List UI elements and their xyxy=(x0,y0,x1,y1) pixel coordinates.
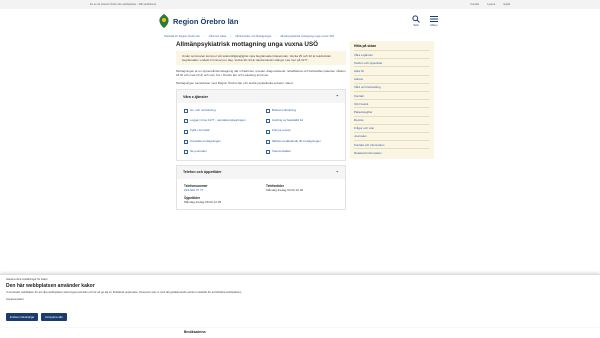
external-link-icon xyxy=(184,139,188,144)
main-content: Allmänpsykiatrisk mottagning unga vuxna … xyxy=(176,41,346,214)
topbar-link-language[interactable]: Språk xyxy=(503,3,510,6)
toc-link[interactable]: Telefon och öppettider xyxy=(354,58,430,66)
phone-number-link[interactable]: 019-602 37 77 xyxy=(184,188,256,192)
menu-button[interactable]: Meny xyxy=(430,15,438,27)
site-logo[interactable]: Region Örebro län xyxy=(158,14,238,28)
search-button[interactable]: Sök xyxy=(412,15,420,27)
eservice-label: Se journalen xyxy=(190,148,207,153)
eservices-accordion-header[interactable]: Våra e-tjänster ⌃ xyxy=(177,90,345,103)
eservice-label: Kontakta mottagningen xyxy=(190,138,221,143)
site-header: Region Örebro län Sök Meny xyxy=(0,9,600,35)
toc-link[interactable]: Relaterad information xyxy=(354,148,430,156)
region-logo-icon xyxy=(159,14,169,28)
accept-all-button[interactable]: Acceptera alla xyxy=(40,313,67,321)
eservices-accordion: Våra e-tjänster ⌃ Av- och ombokning Boka… xyxy=(176,89,346,161)
external-link-icon xyxy=(266,149,270,154)
eservice-link[interactable]: Av- och ombokning xyxy=(184,108,256,114)
search-label: Sök xyxy=(413,23,419,27)
eservices-title: Våra e-tjänster xyxy=(183,94,208,99)
search-icon xyxy=(412,15,420,23)
toc-link[interactable]: Vård och behandling xyxy=(354,82,430,91)
necessary-only-button[interactable]: Endast nödvändiga xyxy=(6,313,38,321)
cookie-settings-heading: Hantera dina inställningar för kakor xyxy=(6,278,48,281)
toc-link[interactable]: Våra e-tjänster xyxy=(354,50,430,58)
top-utility-bar: En av de största Örebro län webbplatser … xyxy=(0,0,600,9)
eservice-link[interactable]: Skicka meddelande till mottagningen xyxy=(266,138,338,144)
eservice-link[interactable]: Visa kontakter xyxy=(266,148,338,154)
notice-box: Under sommaren kommer vår telefontillgän… xyxy=(176,51,346,65)
hamburger-icon xyxy=(430,16,438,22)
toc-link[interactable]: Adress xyxy=(354,74,430,83)
eservice-label: Logga in hos 1177 - samtalsmottagningen xyxy=(190,118,246,123)
eservice-label: Skicka meddelande till mottagningen xyxy=(272,138,321,143)
phone-hours-value: Måndag-fredag 09.00-16.00 xyxy=(266,187,304,192)
menu-label: Meny xyxy=(430,23,438,27)
eservice-link[interactable]: Kontakta mottagningen xyxy=(184,138,256,144)
toc-link[interactable]: Hitta hit xyxy=(354,66,430,74)
eservice-label: Ändring av fastställd tid xyxy=(272,118,304,123)
description-paragraph: Mottagningen är en öppenvårdsmottagning … xyxy=(176,69,346,77)
page-title: Allmänpsykiatrisk mottagning unga vuxna … xyxy=(176,41,319,48)
logo-text: Region Örebro län xyxy=(173,16,239,26)
toc-link[interactable]: Patientavgifter xyxy=(354,107,430,115)
external-link-icon xyxy=(266,109,270,114)
external-link-icon xyxy=(266,129,270,134)
cookie-description: Vi använder webbkakor för att våra webbp… xyxy=(6,291,242,294)
external-link-icon xyxy=(184,149,188,154)
opening-hours-value: Måndag-fredag 08.00-12.00 xyxy=(184,199,222,204)
page-toc: Hitta på sidan Våra e-tjänster Telefon o… xyxy=(350,41,434,160)
toc-link[interactable]: Inför besök xyxy=(354,99,430,107)
eservice-link[interactable]: Bokad ombokning xyxy=(266,108,338,114)
eservice-label: Visa kontakter xyxy=(272,148,291,153)
external-link-icon xyxy=(184,129,188,134)
topbar-link-contact[interactable]: Kontakt xyxy=(470,3,479,6)
eservice-label: Förnya recept xyxy=(272,128,291,133)
external-link-icon xyxy=(184,109,188,114)
toc-link[interactable]: Journalen xyxy=(354,131,430,140)
eservice-link[interactable]: Se journalen xyxy=(184,148,256,154)
customize-cookies-link[interactable]: Anpassa kakor xyxy=(6,298,24,301)
toc-link[interactable]: Remiss xyxy=(354,115,430,124)
eservice-link[interactable]: Förnya recept xyxy=(266,128,338,134)
eservice-label: Bokad ombokning xyxy=(272,108,297,112)
external-link-icon xyxy=(266,119,270,124)
phone-hours-title: Telefon och öppettider xyxy=(183,170,222,175)
topbar-text: En av de största Örebro län webbplatser … xyxy=(90,3,157,6)
cookie-banner: Hantera dina inställningar för kakor Den… xyxy=(0,274,600,327)
eservice-link[interactable]: Ändring av fastställd tid xyxy=(266,118,338,124)
phone-hours-accordion-header[interactable]: Telefon och öppettider ⌃ xyxy=(177,165,345,179)
toc-link[interactable]: Frågor och svar xyxy=(354,123,430,132)
toc-title: Hitta på sidan xyxy=(354,44,377,48)
eservice-label: Fylla i formulär xyxy=(190,128,210,133)
eservice-link[interactable]: Fylla i formulär xyxy=(184,128,256,134)
eservice-label: Av- och ombokning xyxy=(190,108,216,112)
visit-address-label: Besöksadress xyxy=(184,330,206,334)
eservice-link[interactable]: Logga in hos 1177 - samtalsmottagningen xyxy=(184,118,256,124)
external-link-icon xyxy=(184,119,188,124)
toc-link[interactable]: Kontakt och information xyxy=(354,140,430,148)
chevron-up-icon: ⌃ xyxy=(335,169,339,175)
topbar-link-listen[interactable]: Lyssna xyxy=(487,3,495,6)
toc-link[interactable]: Kontakt xyxy=(354,90,430,99)
external-link-icon xyxy=(266,139,270,144)
phone-hours-accordion: Telefon och öppettider ⌃ Telefonnummer 0… xyxy=(176,164,346,210)
description-paragraph: Mottagningen samarbetar med Region Örebr… xyxy=(176,81,294,85)
cookie-title: Den här webbplatsen använder kakor xyxy=(6,283,95,289)
chevron-up-icon: ⌃ xyxy=(335,94,339,99)
